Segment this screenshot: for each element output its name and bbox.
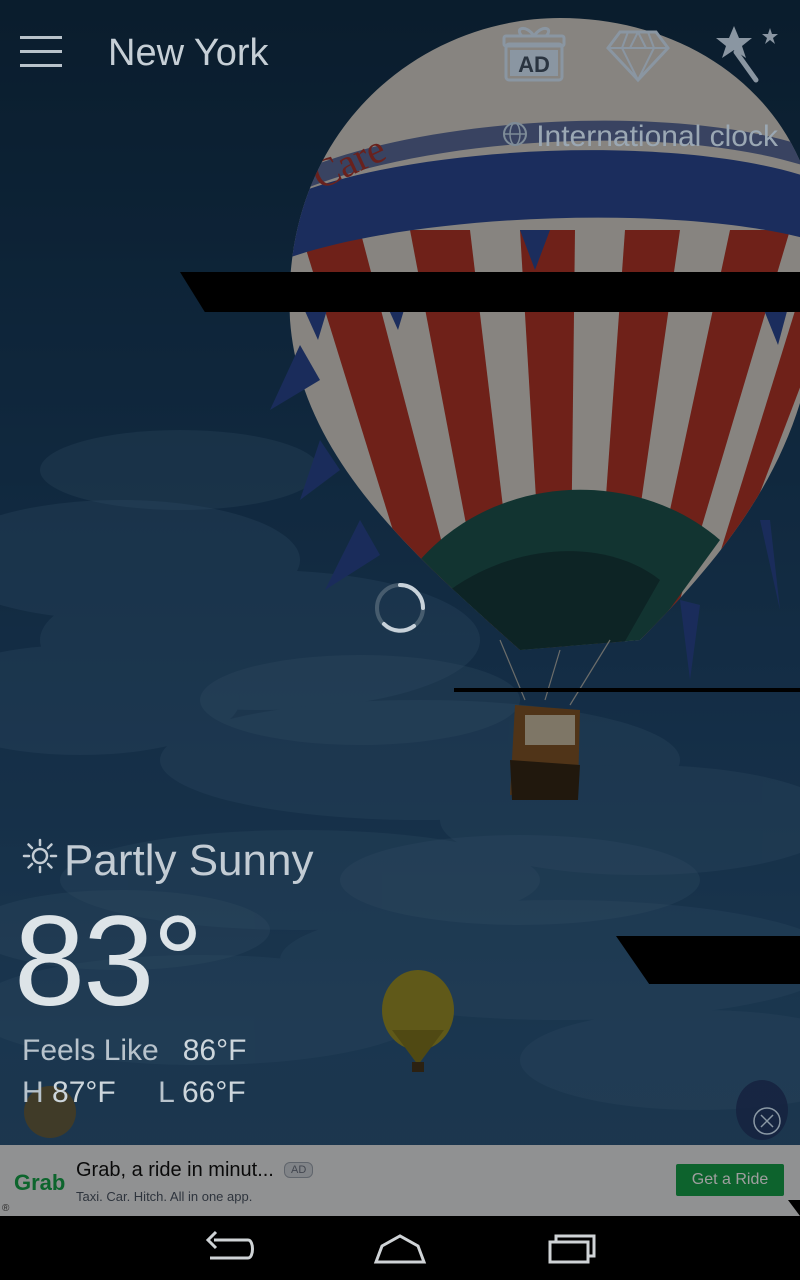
feels-like: Feels Like 86°F (22, 1034, 246, 1068)
ad-gift-icon[interactable]: AD (502, 22, 566, 86)
weather-screen: Care New York AD International clock Par… (0, 0, 800, 1216)
close-ad-icon[interactable] (752, 1106, 782, 1136)
high-label: H (22, 1076, 44, 1109)
current-temperature[interactable]: 83° (14, 888, 204, 1035)
menu-icon[interactable] (20, 36, 62, 70)
home-icon[interactable] (370, 1228, 430, 1268)
overlay-bar (180, 272, 800, 312)
back-icon[interactable] (200, 1228, 260, 1268)
recents-icon[interactable] (542, 1228, 602, 1268)
loading-spinner-icon (375, 583, 425, 633)
svg-text:AD: AD (518, 52, 550, 77)
ad-dim-overlay (0, 1145, 800, 1216)
feels-like-label: Feels Like (22, 1034, 159, 1067)
high-value: 87°F (52, 1076, 116, 1109)
globe-icon (502, 121, 528, 155)
international-clock-link[interactable]: International clock (502, 120, 778, 155)
top-bar: New York AD International clock (0, 0, 800, 153)
low-value: 66°F (181, 1076, 246, 1109)
condition-text: Partly Sunny (64, 836, 314, 885)
feels-like-value: 86°F (182, 1034, 247, 1067)
overlay-line (454, 688, 800, 692)
magic-wand-icon[interactable] (712, 22, 778, 86)
low-label: L (158, 1076, 174, 1109)
condition: Partly Sunny (22, 836, 313, 886)
city-name[interactable]: New York (108, 32, 269, 75)
diamond-icon[interactable] (606, 22, 670, 86)
high-low: H 87°F L 66°F (22, 1076, 246, 1110)
international-clock-label: International clock (536, 120, 778, 153)
sun-icon (22, 835, 58, 885)
navigation-bar (0, 1216, 800, 1280)
